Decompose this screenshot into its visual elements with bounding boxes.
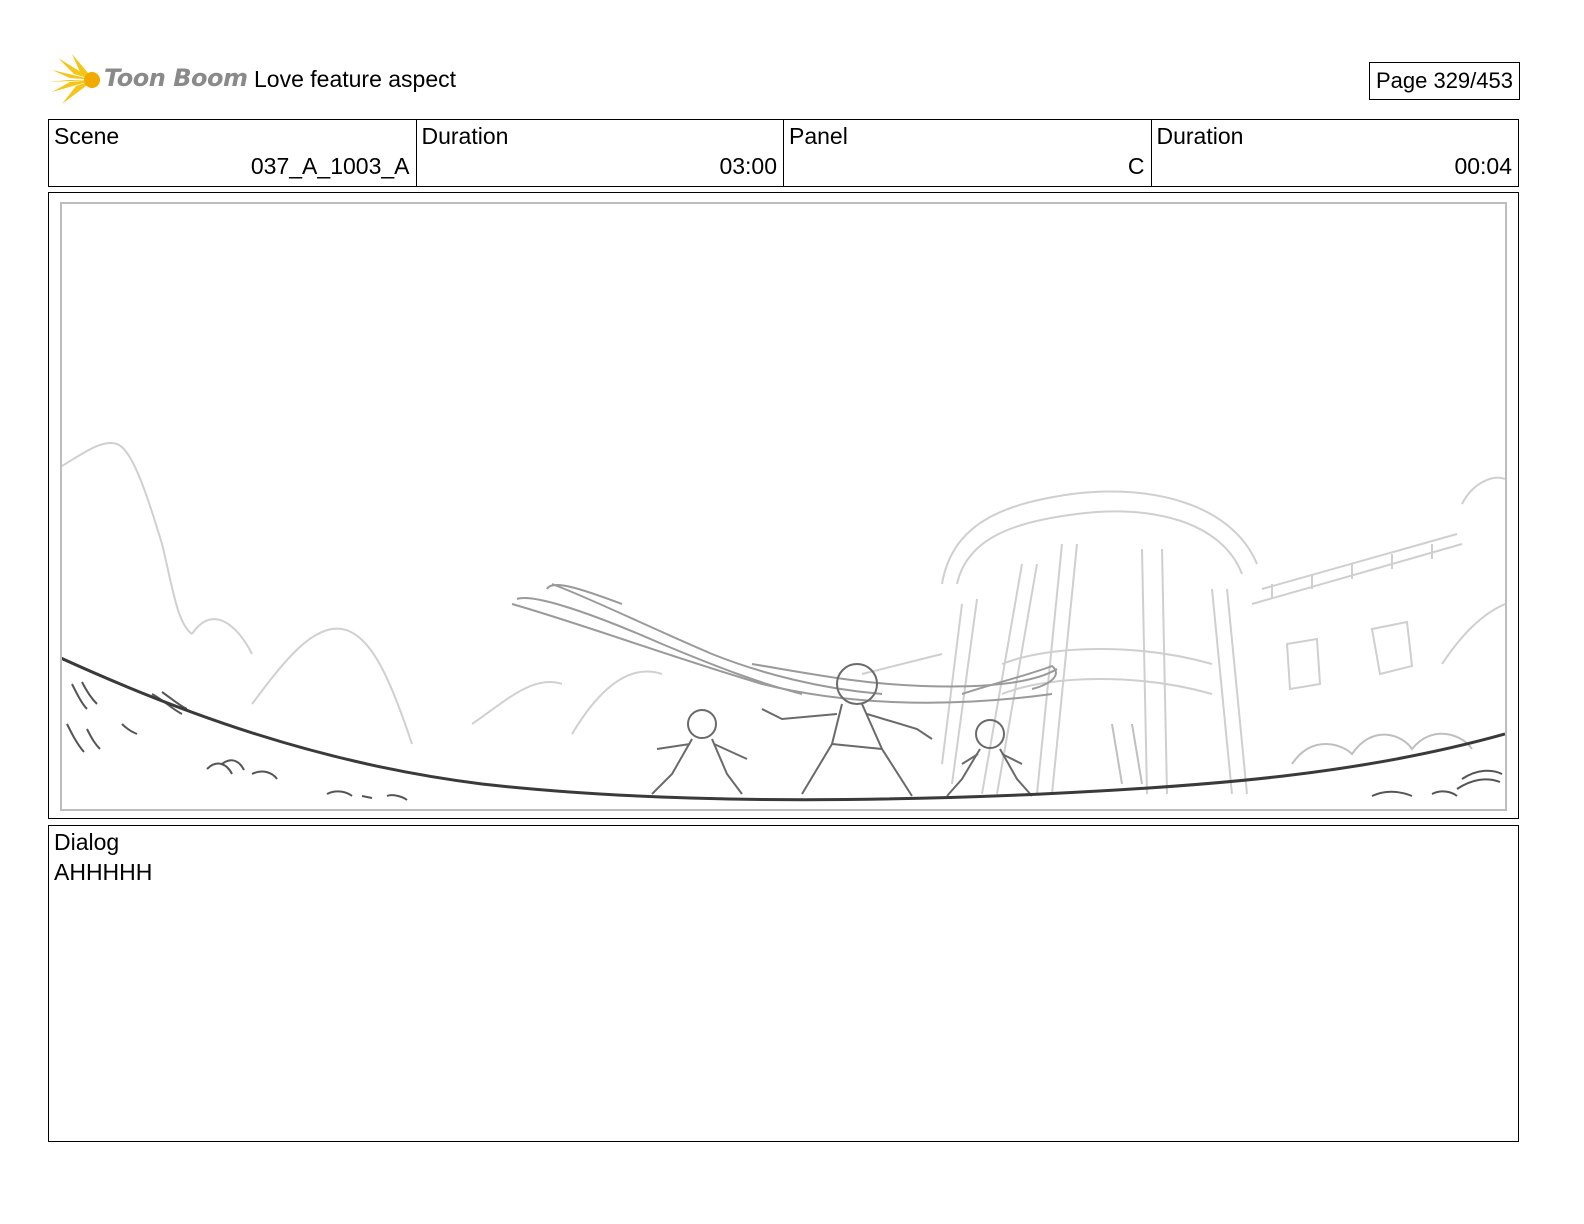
dialog-label: Dialog: [54, 829, 120, 855]
building-sketch: [861, 476, 1505, 795]
page-header: Toon Boom Love feature aspect Page 329/4…: [48, 52, 1520, 108]
panel-duration-label: Duration: [1156, 123, 1244, 149]
energy-ribbons: [511, 583, 1058, 704]
scene-cell: Scene 037_A_1003_A: [49, 120, 417, 186]
panel-value: C: [1127, 153, 1145, 179]
logo-text: Toon Boom: [104, 64, 248, 92]
scene-label: Scene: [54, 123, 120, 149]
storyboard-sketch: [62, 442, 1505, 802]
storyboard-panel-frame: [48, 192, 1519, 819]
background-hills: [62, 442, 663, 745]
character-sketches: [651, 663, 1033, 797]
scene-value: 037_A_1003_A: [250, 153, 410, 179]
dialog-text: AHHHHH: [54, 859, 153, 885]
scene-duration-label: Duration: [421, 123, 509, 149]
page-counter: Page 329/453: [1368, 62, 1520, 100]
toon-boom-logo: Toon Boom: [48, 52, 248, 108]
starburst-icon: [48, 54, 100, 104]
panel-cell: Panel C: [784, 120, 1152, 186]
panel-label: Panel: [789, 123, 848, 149]
panel-duration-cell: Duration 00:04: [1152, 120, 1519, 186]
project-title: Love feature aspect: [254, 66, 457, 92]
dialog-box: Dialog AHHHHH: [48, 825, 1519, 1142]
scene-duration-cell: Duration 03:00: [417, 120, 784, 186]
storyboard-drawing-area: [60, 202, 1507, 811]
scene-duration-value: 03:00: [719, 153, 777, 179]
scene-info-table: Scene 037_A_1003_A Duration 03:00 Panel …: [48, 119, 1519, 187]
panel-duration-value: 00:04: [1454, 153, 1512, 179]
